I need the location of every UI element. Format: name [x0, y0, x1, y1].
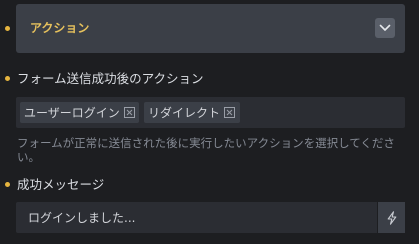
actions-select-box[interactable]: ユーザーログイン リダイレクト [16, 97, 405, 128]
tag-user-login: ユーザーログイン [20, 102, 139, 123]
dynamic-tags-button[interactable] [377, 202, 405, 233]
remove-tag-icon[interactable] [123, 107, 135, 118]
tag-label: ユーザーログイン [24, 105, 120, 120]
chevron-down-icon [379, 24, 391, 31]
success-message-value: ログインしました... [28, 211, 136, 225]
actions-panel-header[interactable]: アクション [16, 4, 405, 53]
actions-field-label: フォーム送信成功後のアクション [17, 71, 204, 86]
field-indicator-dot [5, 76, 10, 81]
remove-tag-icon[interactable] [224, 107, 236, 118]
section-indicator-dot [5, 26, 10, 31]
dynamic-tags-icon [387, 210, 396, 225]
success-message-input[interactable]: ログインしました... [16, 202, 405, 233]
panel-toggle-button[interactable] [375, 18, 395, 38]
panel-title: アクション [30, 21, 90, 35]
actions-help-text: フォームが正常に送信された後に実行したいアクションを選択してください。 [17, 136, 395, 164]
tag-redirect: リダイレクト [144, 102, 240, 123]
success-message-label: 成功メッセージ [17, 177, 105, 192]
field-indicator-dot [5, 182, 10, 187]
tag-label: リダイレクト [148, 105, 221, 120]
